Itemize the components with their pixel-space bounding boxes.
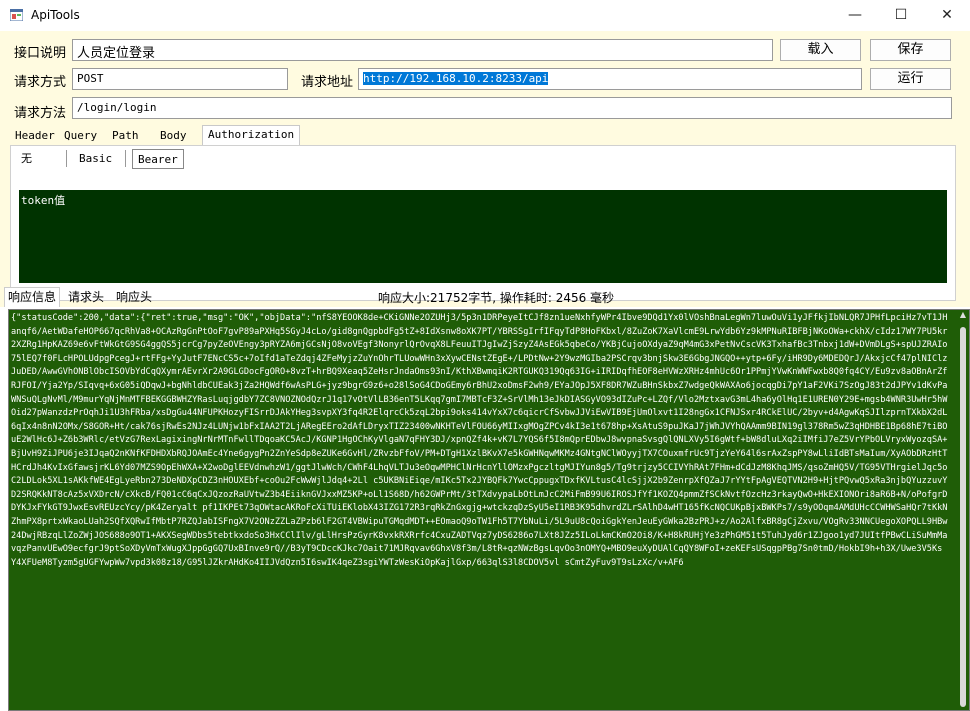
load-button[interactable]: 载入 (780, 39, 861, 61)
request-tabs: Header Query Path Body Authorization 无 B… (10, 125, 956, 301)
scroll-up-icon[interactable]: ▲ (959, 311, 967, 319)
token-input[interactable]: token值 (19, 190, 947, 283)
close-icon[interactable]: ✕ (924, 0, 970, 31)
title-bar: ApiTools — ☐ ✕ (0, 0, 970, 31)
tab-authorization[interactable]: Authorization (202, 125, 301, 145)
auth-tab-bearer[interactable]: Bearer (132, 149, 184, 169)
save-button[interactable]: 保存 (870, 39, 951, 61)
auth-tab-none[interactable]: 无 (21, 149, 32, 169)
minimize-icon[interactable]: — (832, 0, 878, 31)
url-value-selected: http://192.168.10.2:8233/api (363, 72, 549, 85)
run-button[interactable]: 运行 (870, 68, 951, 90)
response-stats: 响应大小:21752字节, 操作耗时: 2456 毫秒 (378, 291, 615, 305)
authorization-panel: 无 Basic Bearer token值 (10, 145, 956, 301)
scrollbar[interactable] (960, 327, 966, 707)
url-input[interactable]: http://192.168.10.2:8233/api (358, 68, 862, 90)
response-body[interactable]: {"statusCode":200,"data":{"ret":true,"ms… (8, 309, 970, 711)
tab-request-headers[interactable]: 请求头 (68, 289, 104, 305)
auth-tab-basic[interactable]: Basic (79, 149, 112, 169)
tab-header[interactable]: Header (10, 127, 60, 144)
window-title: ApiTools (31, 8, 80, 22)
tab-body[interactable]: Body (155, 127, 192, 144)
method-label: 请求方式 (14, 75, 67, 90)
path-label: 请求方法 (14, 106, 67, 121)
tab-response-info[interactable]: 响应信息 (4, 287, 61, 307)
response-panel: {"statusCode":200,"data":{"ret":true,"ms… (0, 307, 970, 711)
desc-input[interactable]: 人员定位登录 (72, 39, 773, 61)
auth-tab-divider (125, 150, 126, 167)
app-icon (10, 9, 23, 21)
path-input[interactable]: /login/login (72, 97, 952, 119)
method-value: POST (77, 72, 104, 85)
main-form: 接口说明 人员定位登录 载入 保存 请求方式 POST 请求地址 http://… (0, 31, 970, 711)
tab-query[interactable]: Query (59, 127, 102, 144)
tab-path[interactable]: Path (107, 127, 144, 144)
desc-label: 接口说明 (14, 46, 67, 61)
url-label: 请求地址 (301, 75, 354, 90)
tab-response-headers[interactable]: 响应头 (116, 289, 152, 305)
maximize-icon[interactable]: ☐ (878, 0, 924, 31)
method-select[interactable]: POST (72, 68, 288, 90)
auth-tab-divider (66, 150, 67, 167)
